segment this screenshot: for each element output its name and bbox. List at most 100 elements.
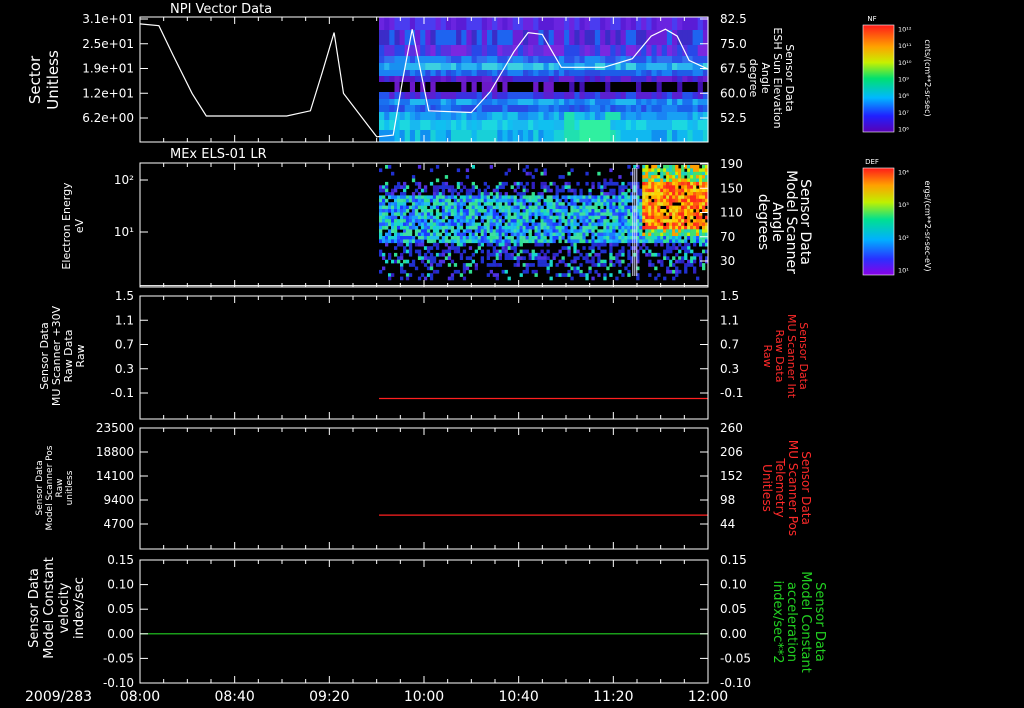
colorbar-tick-label: 10⁶: [898, 126, 909, 134]
npi-right-label-4: degree: [747, 59, 760, 98]
npi-left-label-2: Unitless: [44, 50, 62, 110]
tick-label: 10²: [114, 173, 134, 187]
npi-spectrogram: [379, 17, 709, 142]
colorbar-def-unit: ergs/(cm**2-sr-sec-eV): [923, 180, 932, 271]
tick-label: 60.0: [720, 86, 747, 100]
time-tick-label: 08:40: [214, 689, 254, 705]
tick-label: 44: [720, 517, 735, 531]
tick-label: 0.00: [720, 627, 747, 641]
mu-pos-left-label-1: Sensor Data: [35, 460, 45, 515]
tick-label: 0.15: [720, 553, 747, 567]
panel-npi-title: NPI Vector Data: [170, 2, 272, 17]
mu-pos-right-label-4: Unitless: [760, 464, 774, 512]
date-label: 2009/283: [25, 689, 92, 705]
colorbar-tick-label: 10⁸: [898, 92, 909, 100]
tick-label: 1.5: [720, 289, 739, 303]
plot-canvas: NPI Vector Data 3.1e+01 2.5e+01 1.9e+01 1.2…: [25, 2, 932, 705]
tick-label: 9400: [103, 493, 134, 507]
tick-label: 0.7: [115, 338, 134, 352]
mc-right-label-4: index/sec**2: [770, 580, 785, 663]
mc-left-label-1: Sensor Data: [27, 568, 42, 648]
tick-label: 1.5: [115, 289, 134, 303]
mc-right-label-3: acceleration: [784, 582, 799, 662]
tick-label: 98: [720, 493, 735, 507]
mu-pos-right-label-1: Sensor Data: [799, 451, 813, 525]
tick-label: 10¹: [114, 225, 134, 239]
tick-label: 6.2e+00: [82, 111, 134, 125]
tick-label: 0.15: [107, 553, 134, 567]
tick-label: 152: [720, 469, 743, 483]
colorbar-tick-label: 10⁷: [898, 109, 909, 117]
time-tick-label: 12:00: [688, 689, 728, 705]
tick-label: 23500: [96, 421, 134, 435]
mc-left-label-3: velocity: [57, 582, 72, 633]
tick-label: 260: [720, 421, 743, 435]
colorbar-def-gradient: [863, 168, 894, 275]
colorbar-nf-unit: cnts/(cm**2-sr-sec): [923, 39, 932, 116]
tick-label: 3.1e+01: [82, 12, 134, 26]
colorbar-def-ticks: 10⁴ 10³ 10² 10¹: [898, 169, 909, 275]
mu-pos-left-label-2: Model Scanner Pos: [45, 445, 55, 530]
time-tick-label: 11:20: [593, 689, 633, 705]
colorbar-tick-label: 10²: [898, 234, 909, 242]
tick-label: 4700: [103, 517, 134, 531]
tick-label: 206: [720, 445, 743, 459]
tick-label: -0.05: [103, 651, 134, 665]
colorbar-tick-label: 10¹¹: [898, 42, 912, 50]
mu-int-left-ticks: 1.5 1.1 0.7 0.3 -0.1: [111, 289, 148, 400]
tick-label: 82.5: [720, 12, 747, 26]
model-constant-left-ticks: 0.15 0.10 0.05 0.00 -0.05 -0.10: [103, 553, 148, 690]
els-spectrogram: [379, 165, 709, 281]
els-right-label-4: degrees: [755, 194, 771, 250]
colorbar-tick-label: 10⁹: [898, 76, 909, 84]
tick-label: 0.00: [107, 627, 134, 641]
tick-label: 67.5: [720, 62, 747, 76]
panel-mu-int-frame: [139, 295, 709, 420]
tick-label: 14100: [96, 469, 134, 483]
tick-label: 1.1: [720, 313, 739, 327]
colorbar-tick-label: 10³: [898, 201, 909, 209]
els-left-ticks: 10² 10¹: [114, 173, 148, 239]
mu-int-right-ticks: 1.5 1.1 0.7 0.3 -0.1: [700, 289, 743, 400]
tick-label: 30: [720, 254, 735, 268]
tick-label: 70: [720, 230, 735, 244]
mu-pos-left-label-3: Raw: [55, 479, 65, 498]
colorbar-nf-title: NF: [867, 15, 876, 23]
panel-mu-int: 1.51.10.70.3-0.1 1.51.10.70.3-0.1 Sensor…: [38, 289, 810, 420]
tick-label: -0.1: [720, 386, 743, 400]
tick-label: 0.05: [107, 602, 134, 616]
mu-int-right-label-4: Raw: [761, 344, 774, 367]
colorbar-def-title: DEF: [865, 158, 879, 166]
tick-label: 1.1: [115, 313, 134, 327]
colorbar-nf-ticks: 10¹² 10¹¹ 10¹⁰ 10⁹ 10⁸ 10⁷ 10⁶: [898, 26, 912, 134]
npi-left-ticks: 3.1e+01 2.5e+01 1.9e+01 1.2e+01 6.2e+00: [82, 12, 148, 125]
tick-label: 0.10: [107, 578, 134, 592]
tick-label: -0.05: [720, 651, 751, 665]
mu-pos-left-label-4: unitless: [65, 470, 75, 505]
els-left-label-1: Electron Energy: [60, 182, 73, 270]
time-tick-label: 10:00: [404, 689, 444, 705]
panel-mu-pos: 23500 18800 14100 9400 4700 260 206 152 98 44 Se…: [35, 421, 813, 550]
tick-label: 0.7: [720, 338, 739, 352]
tick-label: 1.2e+01: [82, 86, 134, 100]
mu-pos-right-label-2: MU Scanner Pos: [786, 440, 800, 536]
tick-label: -0.10: [103, 676, 134, 690]
tick-label: 52.5: [720, 111, 747, 125]
tick-label: 75.0: [720, 37, 747, 51]
tick-label: 150: [720, 181, 743, 195]
tick-label: 0.05: [720, 602, 747, 616]
tick-label: 18800: [96, 445, 134, 459]
npi-left-label-1: Sector: [26, 55, 44, 104]
tick-label: 0.3: [720, 362, 739, 376]
science-plot-window: NPI Vector Data 3.1e+01 2.5e+01 1.9e+01 1.2…: [0, 0, 1024, 708]
panel-model-constant-frame: [139, 559, 709, 684]
colorbar-def: DEF 10⁴ 10³ 10² 10¹ ergs/(cm**2-sr-sec-eV): [862, 158, 932, 276]
colorbar-nf-gradient: [863, 25, 894, 132]
tick-label: 110: [720, 206, 743, 220]
els-left-label-2: eV: [73, 218, 86, 233]
tick-label: 0.10: [720, 578, 747, 592]
mc-left-label-2: Model Constant: [42, 557, 57, 659]
mc-left-label-4: index/sec: [72, 577, 87, 639]
colorbar-tick-label: 10¹²: [898, 26, 912, 34]
panel-mu-pos-frame: [139, 427, 709, 550]
